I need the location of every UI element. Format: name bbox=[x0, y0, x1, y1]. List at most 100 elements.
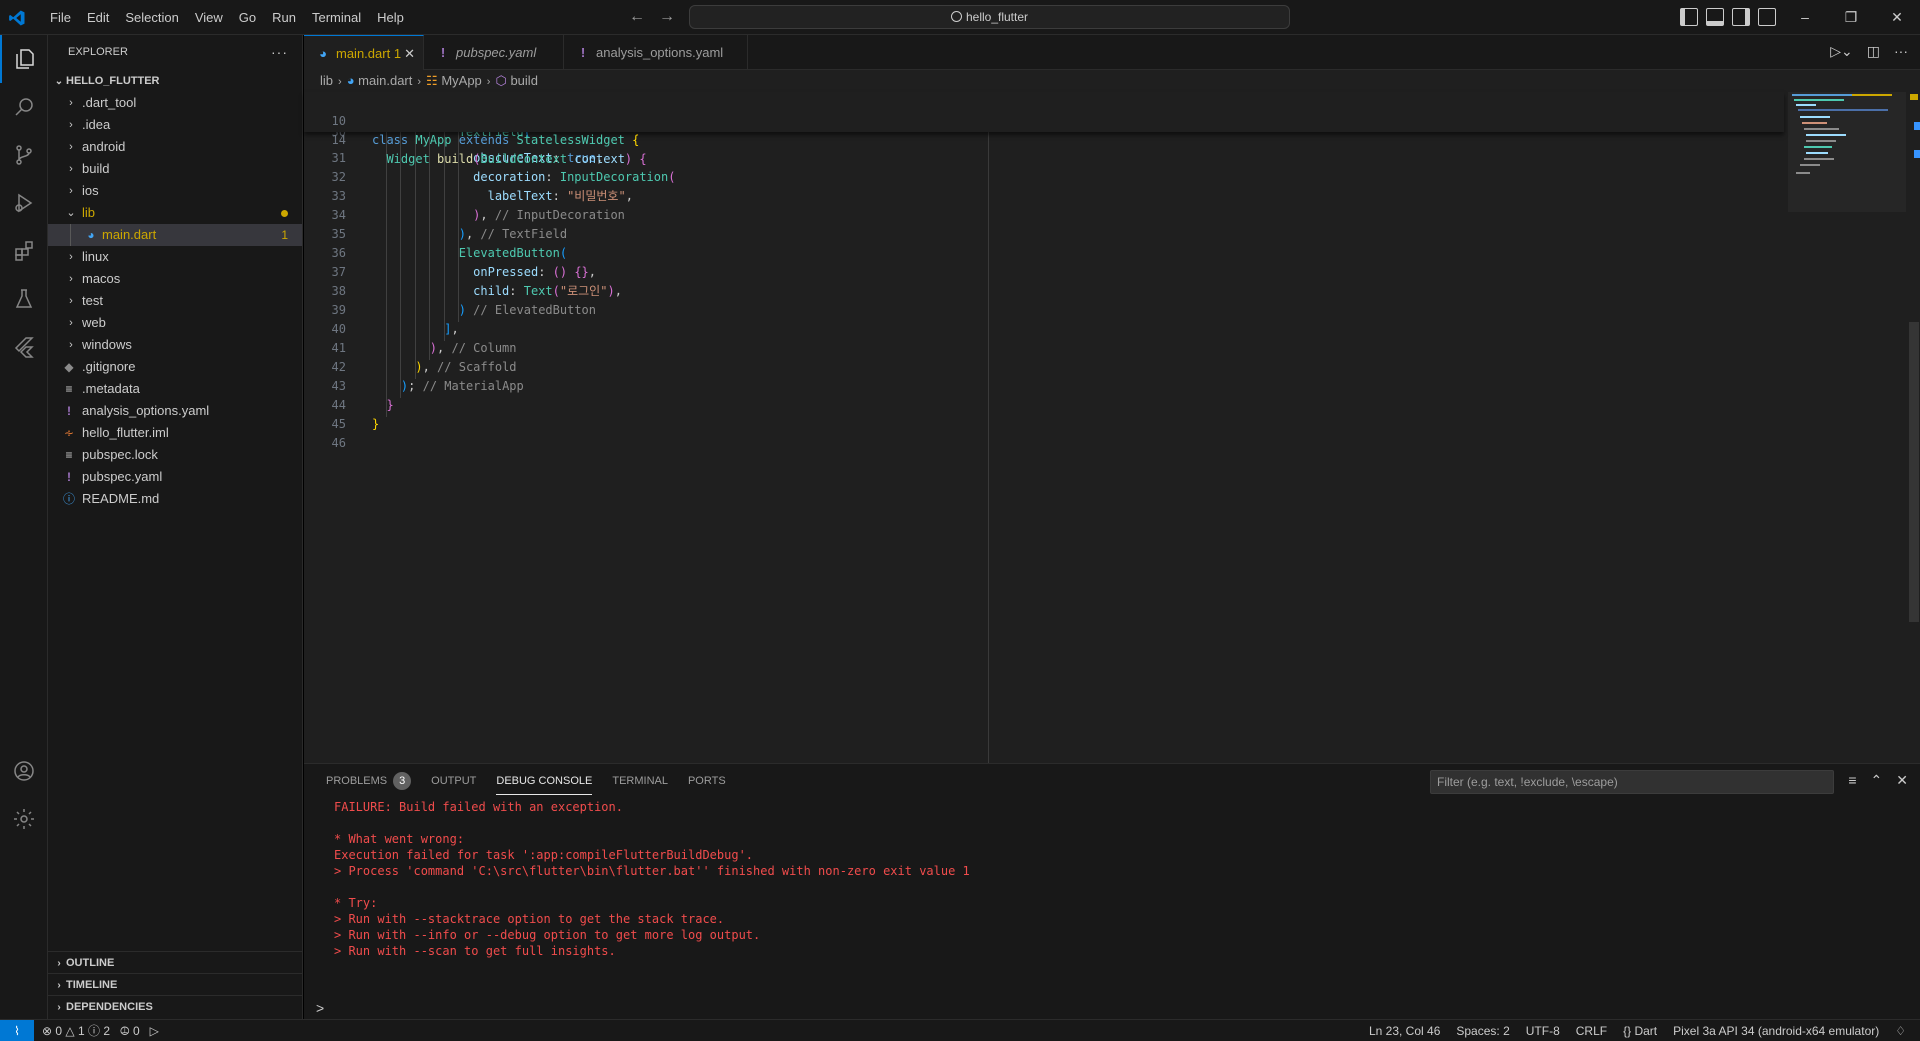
menu-selection[interactable]: Selection bbox=[117, 0, 186, 35]
toggle-secondary-sidebar-icon[interactable] bbox=[1732, 8, 1750, 26]
code-line[interactable]: 44 } bbox=[304, 396, 1784, 415]
menu-view[interactable]: View bbox=[187, 0, 231, 35]
tree-item-metadata[interactable]: ≡ .metadata bbox=[48, 378, 302, 400]
tree-item-ios[interactable]: › ios bbox=[48, 180, 302, 202]
menu-file[interactable]: File bbox=[42, 0, 79, 35]
tree-item-gitignore[interactable]: ◆ .gitignore bbox=[48, 356, 302, 378]
tab-analysis-options[interactable]: ! analysis_options.yaml bbox=[564, 35, 748, 70]
code-line[interactable]: 42 ), // Scaffold bbox=[304, 358, 1784, 377]
breadcrumb-item[interactable]: MyApp bbox=[441, 73, 481, 88]
notifications-bell-icon[interactable]: ♢ bbox=[1895, 1020, 1906, 1041]
timeline-section[interactable]: › TIMELINE bbox=[48, 973, 303, 995]
close-tab-icon[interactable]: ✕ bbox=[404, 36, 415, 71]
command-center-search[interactable]: hello_flutter bbox=[689, 5, 1290, 29]
tree-item-lib[interactable]: ⌄ lib bbox=[48, 202, 302, 224]
code-line[interactable]: 40 ], bbox=[304, 320, 1784, 339]
run-debug-icon[interactable] bbox=[0, 179, 48, 227]
settings-gear-icon[interactable] bbox=[0, 795, 48, 843]
tree-item-web[interactable]: › web bbox=[48, 312, 302, 334]
tree-item-pubspec-yaml[interactable]: ! pubspec.yaml bbox=[48, 466, 302, 488]
breadcrumb-item[interactable]: main.dart bbox=[358, 73, 412, 88]
code-line[interactable]: 43 ); // MaterialApp bbox=[304, 377, 1784, 396]
scrollbar-thumb[interactable] bbox=[1909, 322, 1919, 622]
menu-help[interactable]: Help bbox=[369, 0, 412, 35]
tree-item-test[interactable]: › test bbox=[48, 290, 302, 312]
tree-item-dart-tool[interactable]: › .dart_tool bbox=[48, 92, 302, 114]
code-line[interactable]: 37 onPressed: () {}, bbox=[304, 263, 1784, 282]
device-selector[interactable]: Pixel 3a API 34 (android-x64 emulator) bbox=[1673, 1020, 1879, 1041]
tab-output[interactable]: OUTPUT bbox=[421, 764, 486, 799]
back-arrow-icon[interactable]: ← bbox=[627, 7, 647, 27]
code-line[interactable]: 41 ), // Column bbox=[304, 339, 1784, 358]
maximize-panel-icon[interactable]: ⌃ bbox=[1871, 772, 1883, 789]
menu-terminal[interactable]: Terminal bbox=[304, 0, 369, 35]
tree-item-linux[interactable]: › linux bbox=[48, 246, 302, 268]
encoding[interactable]: UTF-8 bbox=[1526, 1020, 1560, 1041]
search-view-icon[interactable] bbox=[0, 83, 48, 131]
run-debug-dropdown-icon[interactable]: ▷⌄ bbox=[1830, 43, 1853, 60]
flutter-icon[interactable] bbox=[0, 323, 48, 371]
tree-item-windows[interactable]: › windows bbox=[48, 334, 302, 356]
code-line[interactable]: 33 labelText: "비밀번호", bbox=[304, 187, 1784, 206]
dependencies-section[interactable]: › DEPENDENCIES bbox=[48, 995, 303, 1017]
menu-run[interactable]: Run bbox=[264, 0, 304, 35]
console-filter-input[interactable]: Filter (e.g. text, !exclude, \escape) bbox=[1430, 770, 1834, 794]
project-folder-header[interactable]: ⌄ HELLO_FLUTTER bbox=[48, 70, 302, 92]
language-mode[interactable]: {} Dart bbox=[1623, 1020, 1657, 1041]
code-line[interactable]: 38 child: Text("로그인"), bbox=[304, 282, 1784, 301]
toggle-panel-icon[interactable] bbox=[1706, 8, 1724, 26]
tab-debug-console[interactable]: DEBUG CONSOLE bbox=[486, 764, 602, 799]
tab-ports[interactable]: PORTS bbox=[678, 764, 736, 799]
code-line[interactable]: 39 ) // ElevatedButton bbox=[304, 301, 1784, 320]
more-actions-icon[interactable]: ··· bbox=[271, 35, 288, 70]
more-actions-icon[interactable]: ··· bbox=[1894, 43, 1908, 60]
remote-indicator-icon[interactable]: ⌇ bbox=[0, 1020, 34, 1041]
tab-problems[interactable]: PROBLEMS 3 bbox=[316, 764, 421, 799]
tree-item-main-dart[interactable]: ◕ main.dart 1 bbox=[48, 224, 302, 246]
problems-status[interactable]: ⊗ 0 △ 1 ⓘ 2 bbox=[42, 1020, 110, 1041]
tree-item-macos[interactable]: › macos bbox=[48, 268, 302, 290]
code-line[interactable]: 45} bbox=[304, 415, 1784, 434]
breadcrumb-item[interactable]: lib bbox=[320, 73, 333, 88]
split-editor-icon[interactable]: ◫ bbox=[1867, 43, 1880, 60]
tree-item-analysis-options[interactable]: ! analysis_options.yaml bbox=[48, 400, 302, 422]
code-line[interactable]: 46 bbox=[304, 434, 1784, 453]
minimize-icon[interactable]: – bbox=[1782, 0, 1828, 35]
tree-item-iml[interactable]: ∻ hello_flutter.iml bbox=[48, 422, 302, 444]
clear-console-icon[interactable]: ≡ bbox=[1848, 772, 1856, 789]
tree-item-idea[interactable]: › .idea bbox=[48, 114, 302, 136]
customize-layout-icon[interactable] bbox=[1758, 8, 1776, 26]
source-control-icon[interactable] bbox=[0, 131, 48, 179]
debug-status-icon[interactable]: ▷ bbox=[150, 1020, 159, 1041]
code-line[interactable]: 10 class MyApp extends StatelessWidget { bbox=[304, 93, 1784, 147]
console-input-prompt[interactable]: > bbox=[316, 1000, 324, 1016]
code-line[interactable]: 32 decoration: InputDecoration( bbox=[304, 168, 1784, 187]
forward-arrow-icon[interactable]: → bbox=[657, 7, 677, 27]
breadcrumb-item[interactable]: build bbox=[510, 73, 537, 88]
tree-item-build[interactable]: › build bbox=[48, 158, 302, 180]
tab-main-dart[interactable]: ◕ main.dart 1 ✕ bbox=[304, 35, 424, 70]
outline-section[interactable]: › OUTLINE bbox=[48, 951, 303, 973]
indentation[interactable]: Spaces: 2 bbox=[1456, 1020, 1509, 1041]
accounts-icon[interactable] bbox=[0, 747, 48, 795]
restore-icon[interactable]: ❐ bbox=[1828, 0, 1874, 35]
tab-terminal[interactable]: TERMINAL bbox=[602, 764, 678, 799]
menu-edit[interactable]: Edit bbox=[79, 0, 117, 35]
tab-pubspec-yaml[interactable]: ! pubspec.yaml bbox=[424, 35, 564, 70]
toggle-primary-sidebar-icon[interactable] bbox=[1680, 8, 1698, 26]
menu-go[interactable]: Go bbox=[231, 0, 264, 35]
ports-status[interactable]: ⦹ 0 bbox=[120, 1020, 140, 1041]
close-window-icon[interactable]: ✕ bbox=[1874, 0, 1920, 35]
tree-item-readme[interactable]: ⓘ README.md bbox=[48, 488, 302, 510]
code-line[interactable]: 35 ), // TextField bbox=[304, 225, 1784, 244]
minimap[interactable] bbox=[1788, 92, 1906, 212]
end-of-line[interactable]: CRLF bbox=[1576, 1020, 1607, 1041]
cursor-position[interactable]: Ln 23, Col 46 bbox=[1369, 1020, 1440, 1041]
close-panel-icon[interactable]: ✕ bbox=[1896, 772, 1908, 789]
extensions-icon[interactable] bbox=[0, 227, 48, 275]
explorer-icon[interactable] bbox=[0, 35, 48, 83]
code-line[interactable]: 36 ElevatedButton( bbox=[304, 244, 1784, 263]
testing-icon[interactable] bbox=[0, 275, 48, 323]
vertical-scrollbar[interactable] bbox=[1906, 92, 1920, 763]
tree-item-pubspec-lock[interactable]: ≡ pubspec.lock bbox=[48, 444, 302, 466]
